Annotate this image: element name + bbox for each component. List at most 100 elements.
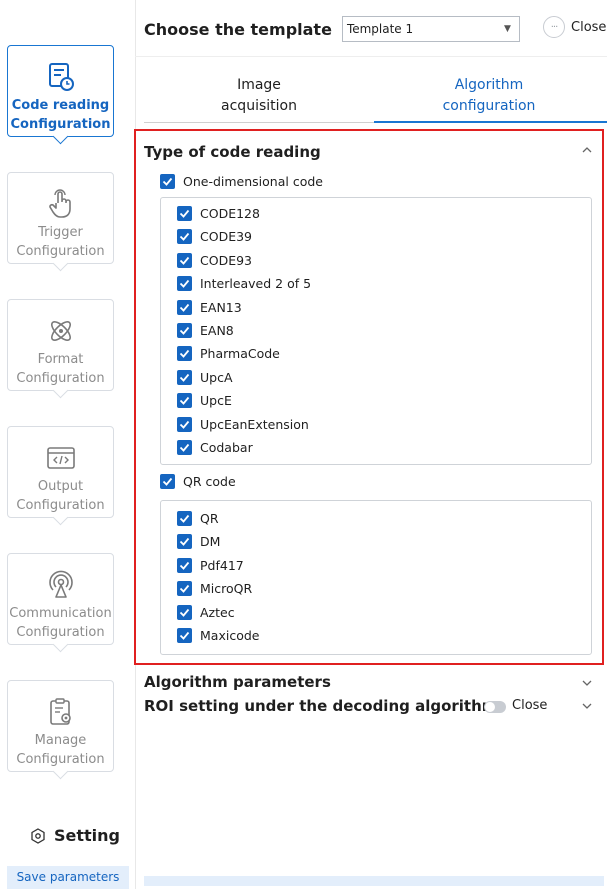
- checkbox-checked-icon: [177, 206, 192, 221]
- checkbox-label: UpcEanExtension: [200, 416, 309, 432]
- code-type-checkbox[interactable]: UpcE: [177, 393, 232, 409]
- nav-label-line1: Output: [37, 479, 84, 494]
- code-type-checkbox[interactable]: DM: [177, 534, 221, 550]
- setting-label: Setting: [54, 826, 120, 845]
- nav-label-line1: Code reading: [11, 98, 110, 113]
- tab-label-line1: Algorithm: [454, 77, 524, 93]
- checkbox-checked-icon: [160, 174, 175, 189]
- code-type-checkbox[interactable]: CODE93: [177, 252, 252, 268]
- template-select-value: Template 1: [346, 22, 414, 36]
- checkbox-label: One-dimensional code: [183, 174, 323, 189]
- algorithm-parameters-title[interactable]: Algorithm parameters: [144, 673, 331, 691]
- checkbox-checked-icon: [177, 440, 192, 455]
- checkbox-label: CODE39: [200, 229, 252, 245]
- checkbox-checked-icon: [177, 511, 192, 526]
- code-type-checkbox[interactable]: UpcEanExtension: [177, 416, 309, 432]
- nav-label-line1: Trigger: [38, 225, 83, 240]
- code-type-checkbox[interactable]: Pdf417: [177, 557, 244, 573]
- code-type-checkbox[interactable]: Codabar: [177, 440, 253, 455]
- checkbox-label: QR code: [183, 474, 236, 489]
- sidebar: Code reading Configuration Trigger Configu…: [0, 0, 136, 889]
- checkbox-label: PharmaCode: [200, 346, 280, 362]
- checkbox-label: Maxicode: [200, 628, 260, 643]
- code-type-checkbox[interactable]: UpcA: [177, 369, 233, 385]
- checkbox-label: Codabar: [200, 440, 253, 455]
- nav-trigger-configuration[interactable]: Trigger Configuration: [7, 172, 114, 272]
- tab-label-line1: Image: [237, 77, 281, 93]
- clipboard-gear-icon: [44, 695, 78, 729]
- checkbox-label: EAN8: [200, 323, 234, 338]
- chevron-down-icon[interactable]: [579, 675, 595, 691]
- code-type-checkbox[interactable]: Aztec: [177, 604, 235, 620]
- checkbox-checked-icon: [177, 557, 192, 573]
- config-tabs: Image acquisition Algorithm configuratio…: [144, 75, 607, 125]
- toggle-knob: [485, 702, 495, 712]
- chevron-down-icon[interactable]: [579, 698, 595, 714]
- checkbox-label: UpcE: [200, 393, 232, 409]
- setting-button[interactable]: Setting: [30, 826, 120, 845]
- code-type-checkbox[interactable]: PharmaCode: [177, 346, 280, 362]
- checkbox-checked-icon: [177, 252, 192, 268]
- checkbox-checked-icon: [177, 416, 192, 432]
- code-type-checkbox[interactable]: Maxicode: [177, 628, 259, 643]
- checkbox-label: Pdf417: [200, 557, 244, 573]
- nav-output-configuration[interactable]: Output Configuration: [7, 426, 114, 526]
- nav-format-configuration[interactable]: Format Configuration: [7, 299, 114, 399]
- roi-toggle[interactable]: [484, 701, 506, 713]
- save-parameters-button[interactable]: Save parameters: [7, 866, 129, 889]
- checkbox-checked-icon: [177, 393, 192, 409]
- caret-down-icon: ▼: [504, 24, 511, 34]
- code-type-checkbox[interactable]: MicroQR: [177, 581, 252, 597]
- checkbox-label: QR: [200, 511, 219, 526]
- code-type-checkbox[interactable]: Interleaved 2 of 5: [177, 276, 312, 292]
- code-type-checkbox[interactable]: EAN8: [177, 323, 234, 338]
- checkbox-checked-icon: [177, 323, 192, 338]
- nav-label-line1: Communication: [9, 606, 112, 621]
- hand-pointer-icon: [44, 187, 78, 221]
- template-header: Choose the template Template 1 ▼ ··· Clo…: [144, 14, 607, 44]
- roi-setting-title[interactable]: ROI setting under the decoding algorithm: [144, 697, 497, 715]
- tab-label-line2: configuration: [442, 98, 536, 114]
- code-type-checkbox[interactable]: EAN13: [177, 299, 242, 315]
- nav-manage-configuration[interactable]: Manage Configuration: [7, 680, 114, 780]
- nav-label-line1: Manage: [34, 733, 87, 748]
- active-tab-indicator: [374, 121, 607, 123]
- tab-algorithm-configuration[interactable]: Algorithm configuration: [374, 75, 604, 117]
- checkbox-checked-icon: [177, 299, 192, 315]
- checkbox-checked-icon: [177, 229, 192, 245]
- close-label: Close: [571, 19, 607, 35]
- header-divider: [135, 56, 607, 57]
- template-select[interactable]: Template 1 ▼: [341, 16, 520, 42]
- checkbox-label: UpcA: [200, 369, 233, 385]
- one-dimensional-code-checkbox[interactable]: One-dimensional code: [160, 174, 323, 189]
- code-type-checkbox[interactable]: CODE128: [177, 206, 260, 221]
- checkbox-label: Interleaved 2 of 5: [200, 276, 312, 292]
- tab-label-line2: acquisition: [221, 98, 297, 114]
- code-type-checkbox[interactable]: CODE39: [177, 229, 252, 245]
- more-dots-icon: ···: [543, 16, 565, 38]
- checkbox-checked-icon: [177, 369, 192, 385]
- checkbox-label: CODE93: [200, 252, 252, 268]
- qr-code-checkbox[interactable]: QR code: [160, 474, 236, 489]
- checkbox-checked-icon: [177, 276, 192, 292]
- bottom-scrollbar[interactable]: [144, 876, 604, 886]
- checkbox-label: EAN13: [200, 299, 242, 315]
- atom-icon: [44, 314, 78, 348]
- checkbox-checked-icon: [160, 474, 175, 489]
- code-type-checkbox[interactable]: QR: [177, 511, 219, 526]
- tab-image-acquisition[interactable]: Image acquisition: [144, 75, 374, 117]
- chevron-up-icon[interactable]: [579, 142, 595, 158]
- nav-code-reading-configuration[interactable]: Code reading Configuration: [7, 45, 114, 145]
- checkbox-label: Aztec: [200, 604, 235, 620]
- checkbox-checked-icon: [177, 346, 192, 362]
- tab-underline: [144, 122, 374, 123]
- code-reading-type-title: Type of code reading: [144, 143, 321, 161]
- close-template-button[interactable]: ··· Close: [543, 16, 606, 38]
- settings-hexagon-icon: [31, 827, 45, 844]
- roi-toggle-label: Close: [512, 698, 548, 713]
- document-clock-icon: [44, 60, 78, 94]
- checkbox-label: DM: [200, 534, 221, 550]
- nav-communication-configuration[interactable]: Communication Configuration: [7, 553, 114, 653]
- checkbox-checked-icon: [177, 604, 192, 620]
- template-title: Choose the template: [144, 19, 332, 39]
